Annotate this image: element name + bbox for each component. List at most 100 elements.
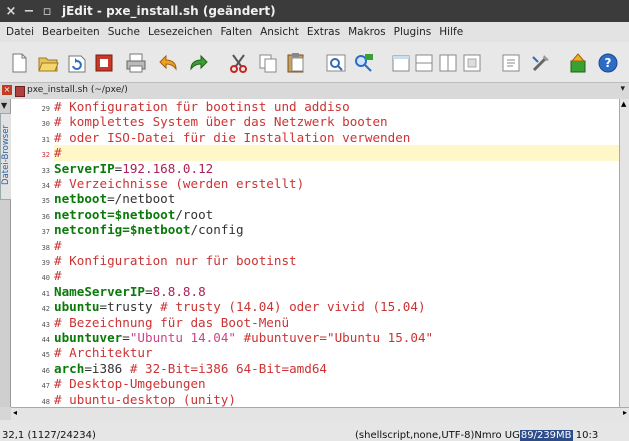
code-line[interactable]: ubuntuver="Ubuntu 14.04" #ubuntuver="Ubu…: [54, 330, 433, 346]
left-dock: ▼ Datei-Browser: [0, 99, 12, 407]
scroll-up-icon[interactable]: ▲: [621, 100, 626, 108]
code-line[interactable]: # ubuntu-desktop (unity): [54, 392, 236, 407]
code-token: # komplettes System über das Netzwerk bo…: [54, 114, 388, 130]
code-token: =/netboot: [107, 191, 176, 207]
line-number: 38: [41, 243, 50, 252]
code-token: # Architektur: [54, 345, 153, 361]
paste-icon[interactable]: [285, 52, 307, 74]
menu-lesezeichen[interactable]: Lesezeichen: [148, 26, 213, 38]
clock: 10:3: [575, 430, 599, 441]
plugin-manager-icon[interactable]: [567, 52, 589, 74]
line-number: 32: [41, 151, 50, 160]
scroll-right-icon[interactable]: ▸: [623, 408, 627, 417]
toolbar: ?: [0, 42, 629, 83]
code-line[interactable]: ubuntu=trusty # trusty (14.04) oder vivi…: [54, 299, 426, 315]
maximize-window-button[interactable]: ▫: [40, 4, 54, 19]
code-token: =: [122, 330, 130, 345]
global-options-icon[interactable]: [530, 52, 552, 74]
code-token: # Verzeichnisse (werden erstellt): [54, 176, 305, 191]
close-window-button[interactable]: ×: [4, 4, 18, 19]
line-number: 43: [41, 320, 50, 329]
code-line[interactable]: # Bezeichnung für das Boot-Menü: [54, 315, 289, 331]
close-file-icon[interactable]: [93, 52, 115, 74]
code-line[interactable]: #: [54, 145, 62, 161]
menu-falten[interactable]: Falten: [220, 26, 252, 38]
menu-bearbeiten[interactable]: Bearbeiten: [42, 26, 100, 38]
file-modified-icon: [15, 86, 25, 97]
menu-makros[interactable]: Makros: [348, 26, 386, 38]
caret-position[interactable]: 32,1 (1127/24234): [2, 430, 96, 441]
close-buffer-icon[interactable]: ×: [2, 85, 12, 95]
code-token: netconfig: [54, 222, 123, 238]
file-browser-label: Datei-Browser: [1, 125, 11, 185]
menu-extras[interactable]: Extras: [307, 26, 340, 38]
code-line[interactable]: arch=i386 # 32-Bit=i386 64-Bit=amd64: [54, 361, 327, 377]
code-token: /root: [175, 206, 214, 222]
code-line[interactable]: # Verzeichnisse (werden erstellt): [54, 176, 304, 192]
split-horizontal-icon[interactable]: [413, 52, 435, 74]
code-line[interactable]: netboot=/netboot: [54, 191, 175, 207]
code-token: # ubuntu-desktop (unity): [54, 391, 236, 407]
code-line[interactable]: # komplettes System über das Netzwerk bo…: [54, 114, 388, 130]
code-line[interactable]: ServerIP=192.168.0.12: [54, 161, 213, 177]
line-number: 37: [41, 228, 50, 237]
print-icon[interactable]: [125, 52, 147, 74]
unsplit-icon[interactable]: [461, 52, 483, 74]
minimize-window-button[interactable]: −: [22, 4, 36, 19]
vertical-scrollbar[interactable]: ▲: [619, 99, 629, 407]
open-folder-icon[interactable]: [37, 52, 59, 74]
horizontal-scrollbar[interactable]: ◂ ▸: [11, 407, 629, 420]
dock-collapse-icon[interactable]: ▼: [1, 101, 7, 110]
replace-icon[interactable]: [353, 52, 375, 74]
memory-usage[interactable]: 89/239MB: [519, 430, 573, 441]
code-token: 192.168.0.12: [122, 160, 214, 176]
code-line[interactable]: netconfig=$netboot/config: [54, 222, 244, 238]
search-icon[interactable]: [325, 52, 347, 74]
line-number-gutter: 29 30 31 32 33 34 35 36 37 38 39 40 41 42 43 44 45 46 47 48: [11, 99, 54, 407]
buffer-list-chevron-icon[interactable]: ▾: [620, 84, 625, 94]
cut-icon[interactable]: [228, 52, 250, 74]
code-line[interactable]: # Konfiguration nur für bootinst: [54, 253, 297, 269]
code-line[interactable]: NameServerIP=8.8.8.8: [54, 284, 206, 300]
text-area[interactable]: # Konfiguration für bootinst und addiso #…: [54, 99, 619, 407]
code-line[interactable]: # Konfiguration für bootinst und addiso: [54, 99, 350, 115]
buffer-options-icon[interactable]: [500, 52, 522, 74]
code-line[interactable]: # oder ISO-Datei für die Installation ve…: [54, 130, 410, 146]
code-token: netboot: [54, 191, 108, 207]
menu-bar: Datei Bearbeiten Suche Lesezeichen Falte…: [0, 22, 629, 42]
split-vertical-icon[interactable]: [437, 52, 459, 74]
code-token: netroot: [54, 206, 108, 222]
line-number: 47: [41, 382, 50, 391]
code-line[interactable]: # Architektur: [54, 345, 153, 361]
reload-icon[interactable]: [66, 52, 88, 74]
menu-hilfe[interactable]: Hilfe: [439, 26, 463, 38]
code-token: # oder ISO-Datei für die Installation ve…: [54, 129, 411, 145]
copy-icon[interactable]: [257, 52, 279, 74]
scroll-left-icon[interactable]: ◂: [13, 408, 17, 417]
code-token: =i386: [84, 360, 130, 376]
buffer-filename[interactable]: pxe_install.sh (~/pxe/): [27, 85, 128, 95]
code-line[interactable]: #: [54, 238, 62, 254]
menu-datei[interactable]: Datei: [6, 26, 34, 38]
code-token: arch: [54, 360, 85, 376]
code-line[interactable]: netroot=$netboot/root: [54, 207, 213, 223]
new-file-icon[interactable]: [8, 52, 30, 74]
redo-icon[interactable]: [187, 52, 209, 74]
menu-ansicht[interactable]: Ansicht: [260, 26, 299, 38]
line-number: 30: [41, 120, 50, 129]
new-view-icon[interactable]: [390, 52, 412, 74]
undo-icon[interactable]: [158, 52, 180, 74]
code-line[interactable]: # Desktop-Umgebungen: [54, 376, 206, 392]
menu-plugins[interactable]: Plugins: [394, 26, 432, 38]
code-token: #ubuntuver="Ubuntu 15.04": [236, 330, 434, 345]
line-number: 42: [41, 305, 50, 314]
code-line[interactable]: #: [54, 268, 62, 284]
mode-info[interactable]: (shellscript,none,UTF-8)Nmro UG: [355, 430, 520, 441]
help-icon[interactable]: ?: [597, 52, 619, 74]
code-token: =$netboot: [107, 206, 176, 222]
line-number: 41: [41, 289, 50, 298]
code-token: # 32-Bit=i386 64-Bit=amd64: [129, 360, 327, 376]
code-token: ubuntuver: [54, 330, 123, 345]
current-line-highlight: [54, 145, 619, 162]
menu-suche[interactable]: Suche: [108, 26, 140, 38]
